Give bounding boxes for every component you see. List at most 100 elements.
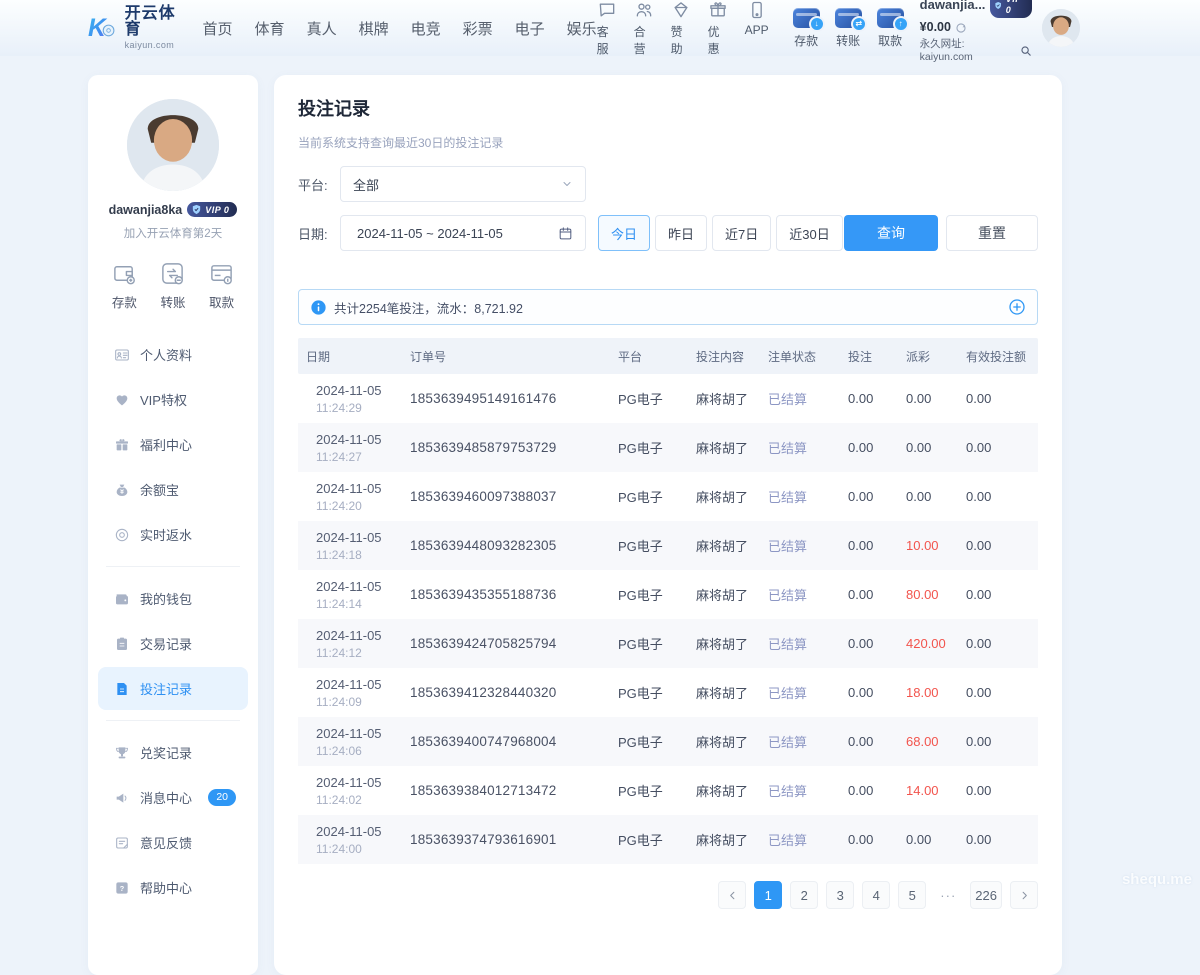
bet-time: 11:24:27 (316, 450, 402, 464)
menu-divider (106, 566, 240, 567)
cell-content: 麻将胡了 (688, 389, 760, 408)
page-button[interactable]: 5 (898, 881, 926, 909)
page-buttons: 12345 ··· 226 (754, 881, 1002, 909)
withdraw-button[interactable]: ↑ 取款 (877, 8, 904, 49)
table-row: 2024-11-05 11:24:09 1853639412328440320 … (298, 668, 1038, 717)
magnifier-icon[interactable] (1020, 45, 1032, 57)
brand-title: 开云体育 (125, 6, 181, 38)
quick-range-button[interactable]: 昨日 (655, 215, 707, 251)
search-button[interactable]: 查询 (844, 215, 938, 251)
sidebar-item-prizes[interactable]: 兑奖记录 (98, 731, 248, 774)
cell-platform: PG电子 (610, 830, 688, 849)
cell-bet-amount: 0.00 (840, 538, 898, 553)
sidebar-item-messages[interactable]: 消息中心 20 (98, 776, 248, 819)
cell-payout: 80.00 (898, 587, 958, 602)
cell-date: 2024-11-05 11:24:14 (298, 579, 402, 611)
date-range-input[interactable]: 2024-11-05 ~ 2024-11-05 (340, 215, 586, 251)
sidebar-item-welfare[interactable]: 福利中心 (98, 423, 248, 466)
sidebar-withdraw-button[interactable]: 取款 (209, 261, 234, 311)
nav-item[interactable]: 电竞 (411, 18, 441, 39)
cell-valid-bet: 0.00 (958, 440, 1038, 455)
nav-item[interactable]: 首页 (203, 18, 233, 39)
quick-range-button[interactable]: 今日 (598, 215, 650, 251)
expand-plus-icon[interactable] (1009, 299, 1025, 315)
deposit-button[interactable]: ↓ 存款 (793, 8, 820, 49)
transfer-button[interactable]: ⇄ 转账 (835, 8, 862, 49)
refresh-balance-icon[interactable] (955, 22, 967, 34)
user-avatar[interactable] (1042, 9, 1080, 47)
page-button[interactable]: 226 (970, 881, 1002, 909)
sidebar-item-vip[interactable]: VIP特权 (98, 378, 248, 421)
table-row: 2024-11-05 11:24:20 1853639460097388037 … (298, 472, 1038, 521)
nav-item[interactable]: 体育 (255, 18, 285, 39)
sidebar-transfer-button[interactable]: 转账 (160, 261, 185, 311)
bet-date: 2024-11-05 (316, 481, 402, 496)
nav-item[interactable]: 彩票 (463, 18, 493, 39)
cell-status: 已结算 (760, 634, 840, 653)
page-button[interactable]: 3 (826, 881, 854, 909)
prev-page-button[interactable] (718, 881, 746, 909)
app-download-button[interactable]: APP (745, 0, 769, 57)
page-button[interactable]: 1 (754, 881, 782, 909)
sidebar-item-label: 投注记录 (140, 679, 192, 698)
table-row: 2024-11-05 11:24:18 1853639448093282305 … (298, 521, 1038, 570)
page-button[interactable]: ··· (934, 881, 962, 909)
brand-logo[interactable]: K 开云体育 kaiyun.com (88, 6, 181, 50)
bet-date: 2024-11-05 (316, 579, 402, 594)
vip-shield-icon (191, 204, 202, 215)
sidebar: dawanjia8ka VIP 0 加入开云体育第2天 存款 转账 取款 (88, 75, 258, 975)
cell-bet-amount: 0.00 (840, 440, 898, 455)
next-page-button[interactable] (1010, 881, 1038, 909)
sidebar-quick-actions: 存款 转账 取款 (100, 261, 246, 311)
nav-item[interactable]: 棋牌 (359, 18, 389, 39)
profile-avatar[interactable] (127, 99, 219, 191)
bet-date: 2024-11-05 (316, 775, 402, 790)
customer-service-button[interactable]: 客服 (597, 0, 617, 57)
cell-payout: 10.00 (898, 538, 958, 553)
nav-item[interactable]: 电子 (515, 18, 545, 39)
bet-date: 2024-11-05 (316, 383, 402, 398)
tool-label: APP (745, 23, 769, 37)
partners-button[interactable]: 合营 (634, 0, 654, 57)
cell-platform: PG电子 (610, 683, 688, 702)
sidebar-item-transactions[interactable]: 交易记录 (98, 622, 248, 665)
quick-range-button[interactable]: 近7日 (712, 215, 771, 251)
sponsor-button[interactable]: 赞助 (671, 0, 691, 57)
sidebar-item-yuebao[interactable]: 余额宝 (98, 468, 248, 511)
nav-item[interactable]: 娱乐 (567, 18, 597, 39)
nav-item[interactable]: 真人 (307, 18, 337, 39)
sidebar-item-rebate[interactable]: 实时返水 (98, 513, 248, 556)
cell-status: 已结算 (760, 536, 840, 555)
sidebar-item-bet-records[interactable]: 投注记录 (98, 667, 248, 710)
promotions-button[interactable]: 优惠 (708, 0, 728, 57)
cell-valid-bet: 0.00 (958, 391, 1038, 406)
cell-valid-bet: 0.00 (958, 636, 1038, 651)
vip-level-label: VIP 0 (205, 205, 229, 215)
cell-platform: PG电子 (610, 389, 688, 408)
quick-range-button[interactable]: 近30日 (776, 215, 842, 251)
cell-payout: 420.00 (898, 636, 958, 651)
page-subtitle: 当前系统支持查询最近30日的投注记录 (298, 134, 1038, 151)
sidebar-deposit-button[interactable]: 存款 (112, 261, 137, 311)
cell-platform: PG电子 (610, 732, 688, 751)
platform-select[interactable]: 全部 (340, 166, 586, 202)
bet-date: 2024-11-05 (316, 530, 402, 545)
table-row: 2024-11-05 11:24:29 1853639495149161476 … (298, 374, 1038, 423)
bet-time: 11:24:29 (316, 401, 402, 415)
username[interactable]: dawanjia... (920, 0, 986, 13)
sidebar-item-feedback[interactable]: 意见反馈 (98, 821, 248, 864)
tool-label: 合营 (634, 23, 654, 57)
page-button[interactable]: 4 (862, 881, 890, 909)
column-header: 有效投注额 (958, 348, 1038, 365)
table-row: 2024-11-05 11:24:00 1853639374793616901 … (298, 815, 1038, 864)
rebate-circle-icon (114, 527, 130, 543)
sidebar-item-wallet[interactable]: 我的钱包 (98, 577, 248, 620)
vip-badge: VIP 0 (990, 0, 1032, 18)
user-info: dawanjia... VIP 0 ¥0.00 永久网址: kaiyun.com (920, 0, 1032, 64)
bet-time: 11:24:06 (316, 744, 402, 758)
reset-button[interactable]: 重置 (946, 215, 1038, 251)
page-button[interactable]: 2 (790, 881, 818, 909)
sidebar-item-help[interactable]: ? 帮助中心 (98, 866, 248, 909)
deposit-card-icon: ↓ (793, 8, 820, 28)
sidebar-item-profile[interactable]: 个人资料 (98, 333, 248, 376)
